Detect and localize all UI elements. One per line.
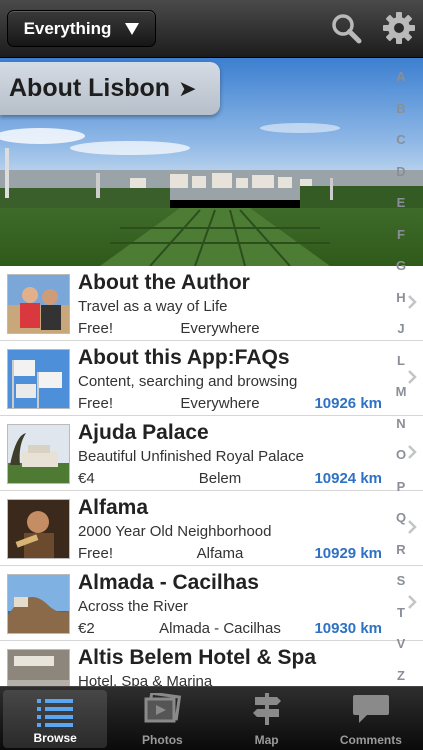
index-letter[interactable]: F <box>397 228 405 241</box>
list-item[interactable]: Almada - Cacilhas Across the River €2 Al… <box>0 566 423 641</box>
tab-label: Comments <box>339 733 402 747</box>
tab-photos[interactable]: Photos <box>110 687 214 750</box>
hero-title-button[interactable]: About Lisbon ➤ <box>0 62 220 115</box>
item-title: Ajuda Palace <box>78 421 209 444</box>
index-letter[interactable]: E <box>397 196 406 209</box>
ajuda-palace-thumbnail <box>7 424 70 484</box>
places-list[interactable]: About the Author Travel as a way of Life… <box>0 266 423 686</box>
search-icon[interactable] <box>330 12 362 44</box>
item-title: Altis Belem Hotel & Spa <box>78 646 317 669</box>
item-distance: 10926 km <box>314 395 382 412</box>
list-item[interactable]: Altis Belem Hotel & Spa Hotel, Spa & Mar… <box>0 641 423 686</box>
arrow-right-icon: ➤ <box>178 75 197 101</box>
index-letter[interactable]: B <box>396 102 405 115</box>
tab-label: Photos <box>142 733 183 747</box>
tab-map[interactable]: Map <box>215 687 319 750</box>
item-price: €4 <box>78 470 95 487</box>
index-letter[interactable]: N <box>396 417 405 430</box>
item-location: Everywhere <box>180 395 260 412</box>
index-letter[interactable]: A <box>396 70 405 83</box>
filter-dropdown-button[interactable]: Everything <box>7 10 156 47</box>
alfama-thumbnail <box>7 499 70 559</box>
item-distance: 10929 km <box>314 545 382 562</box>
index-letter[interactable]: T <box>397 606 405 619</box>
list-item[interactable]: About the Author Travel as a way of Life… <box>0 266 423 341</box>
index-letter[interactable]: L <box>397 354 405 367</box>
almada-thumbnail <box>7 574 70 634</box>
photos-icon <box>144 693 182 723</box>
index-letter[interactable]: Q <box>396 511 406 524</box>
index-letter[interactable]: Z <box>397 669 405 682</box>
item-location: Almada - Cacilhas <box>159 620 281 637</box>
item-title: About this App:FAQs <box>78 346 290 369</box>
index-letter[interactable]: H <box>396 291 405 304</box>
item-subtitle: Hotel, Spa & Marina <box>78 673 213 686</box>
tab-comments[interactable]: Comments <box>319 687 423 750</box>
item-price: Free! <box>78 320 114 337</box>
signpost-icon <box>252 693 281 725</box>
speech-bubble-icon <box>352 695 389 723</box>
item-location: Everywhere <box>180 320 260 337</box>
tab-label: Map <box>254 733 279 747</box>
item-price: Free! <box>78 395 114 412</box>
tab-bar: Browse Photos Map Comments <box>0 686 423 750</box>
index-letter[interactable]: G <box>396 259 406 272</box>
caret-down-icon <box>125 22 140 35</box>
list-item[interactable]: Ajuda Palace Beautiful Unfinished Royal … <box>0 416 423 491</box>
index-letter[interactable]: J <box>397 322 404 335</box>
item-subtitle: Content, searching and browsing <box>78 373 298 390</box>
item-price: Free! <box>78 545 114 562</box>
item-distance: 10924 km <box>314 470 382 487</box>
tab-browse[interactable]: Browse <box>3 690 108 748</box>
item-location: Alfama <box>196 545 244 562</box>
list-icon <box>37 699 74 727</box>
hero-title: About Lisbon <box>9 74 171 102</box>
faqs-thumbnail <box>7 349 70 409</box>
tab-label: Browse <box>33 731 77 745</box>
item-title: Alfama <box>78 496 149 519</box>
author-thumbnail <box>7 274 70 334</box>
index-letter[interactable]: V <box>397 637 406 650</box>
top-navigation-bar: Everything <box>0 0 423 58</box>
index-letter[interactable]: C <box>396 133 405 146</box>
item-title: About the Author <box>78 271 250 294</box>
index-letter[interactable]: S <box>397 574 406 587</box>
index-letter[interactable]: R <box>396 543 405 556</box>
hero-banner[interactable]: About Lisbon ➤ <box>0 58 423 266</box>
gear-icon[interactable] <box>382 11 416 45</box>
index-letter[interactable]: M <box>396 385 407 398</box>
list-item[interactable]: Alfama 2000 Year Old Neighborhood Free! … <box>0 491 423 566</box>
index-letter[interactable]: D <box>396 165 405 178</box>
item-subtitle: 2000 Year Old Neighborhood <box>78 523 272 540</box>
index-letter[interactable]: O <box>396 448 406 461</box>
item-subtitle: Across the River <box>78 598 189 615</box>
list-item[interactable]: About this App:FAQs Content, searching a… <box>0 341 423 416</box>
item-subtitle: Beautiful Unfinished Royal Palace <box>78 448 304 465</box>
item-location: Belem <box>198 470 242 487</box>
item-price: €2 <box>78 620 95 637</box>
item-title: Almada - Cacilhas <box>78 571 259 594</box>
filter-label: Everything <box>23 18 112 38</box>
item-subtitle: Travel as a way of Life <box>78 298 228 315</box>
index-letter[interactable]: P <box>397 480 406 493</box>
alphabet-index[interactable]: A B C D E F G H J L M N O P Q R S T V Z <box>386 66 416 686</box>
item-distance: 10930 km <box>314 620 382 637</box>
altis-hotel-thumbnail <box>7 649 70 686</box>
